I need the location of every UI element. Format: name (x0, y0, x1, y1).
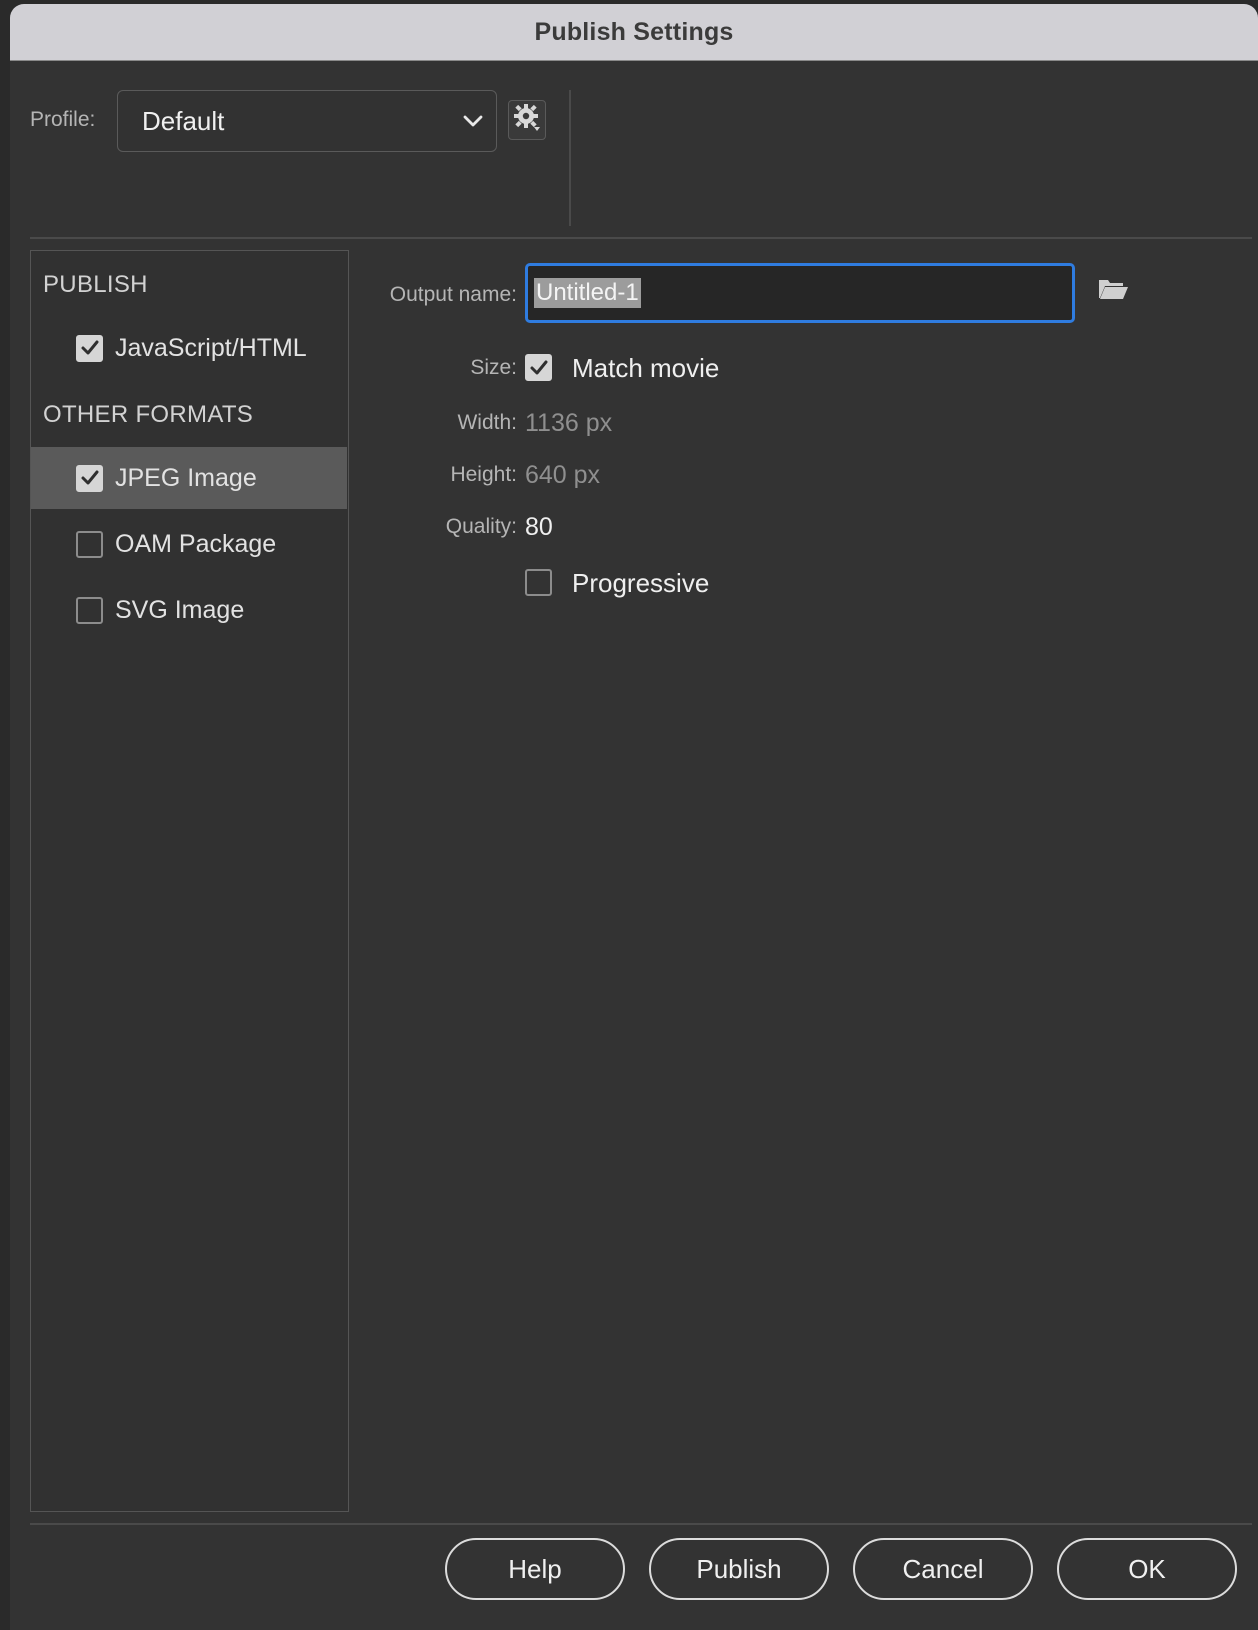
format-item-svg-image[interactable]: SVG Image (31, 579, 347, 641)
format-item-jpeg-image[interactable]: JPEG Image (31, 447, 347, 509)
quality-value[interactable]: 80 (525, 513, 553, 542)
ok-button[interactable]: OK (1057, 1538, 1237, 1600)
format-list: PUBLISH JavaScript/HTML OTHER FORMATS JP… (30, 250, 349, 1512)
width-label: Width: (457, 411, 517, 434)
gear-icon (512, 103, 542, 138)
chevron-down-icon (450, 106, 496, 136)
format-item-label: JPEG Image (115, 463, 257, 492)
height-label: Height: (450, 463, 517, 486)
folder-open-icon (1097, 277, 1129, 306)
jpeg-image-checkbox[interactable] (76, 464, 103, 492)
size-label: Size: (470, 356, 517, 379)
match-movie-label: Match movie (572, 353, 720, 383)
format-item-label: SVG Image (115, 595, 245, 624)
format-item-label: JavaScript/HTML (115, 333, 307, 362)
javascript-html-checkbox[interactable] (76, 334, 103, 362)
browse-folder-button[interactable] (1096, 276, 1130, 306)
format-item-javascript-html[interactable]: JavaScript/HTML (31, 317, 347, 379)
progressive-label: Progressive (572, 568, 710, 598)
top-divider (30, 237, 1252, 239)
profile-value: Default (142, 105, 225, 136)
publish-settings-dialog: Publish Settings Profile: Default PUBLIS… (10, 4, 1258, 1630)
svg-image-checkbox[interactable] (76, 596, 103, 624)
bottom-divider (30, 1523, 1252, 1525)
other-formats-section-header: OTHER FORMATS (43, 401, 254, 428)
help-button[interactable]: Help (445, 1538, 625, 1600)
output-name-label: Output name: (389, 283, 517, 306)
width-value: 1136 px (525, 409, 613, 437)
publish-section-header: PUBLISH (43, 271, 148, 298)
match-movie-checkbox[interactable] (525, 354, 552, 381)
format-item-oam-package[interactable]: OAM Package (31, 513, 347, 575)
profile-dropdown[interactable]: Default (117, 90, 497, 152)
title-bar[interactable]: Publish Settings (10, 4, 1258, 61)
checkmark-icon (81, 340, 98, 355)
output-name-input[interactable]: Untitled-1 (525, 263, 1075, 323)
dialog-title: Publish Settings (534, 17, 734, 46)
output-name-value: Untitled-1 (534, 278, 641, 308)
cancel-button[interactable]: Cancel (853, 1538, 1033, 1600)
checkmark-icon (81, 470, 98, 485)
quality-label: Quality: (445, 515, 517, 538)
progressive-checkbox[interactable] (525, 569, 552, 596)
header-divider (569, 90, 571, 226)
profile-options-button[interactable] (508, 100, 546, 140)
format-item-label: OAM Package (115, 529, 277, 558)
height-value: 640 px (525, 461, 601, 489)
oam-package-checkbox[interactable] (76, 530, 103, 558)
publish-button[interactable]: Publish (649, 1538, 829, 1600)
profile-label: Profile: (30, 108, 96, 131)
checkmark-icon (530, 360, 547, 374)
